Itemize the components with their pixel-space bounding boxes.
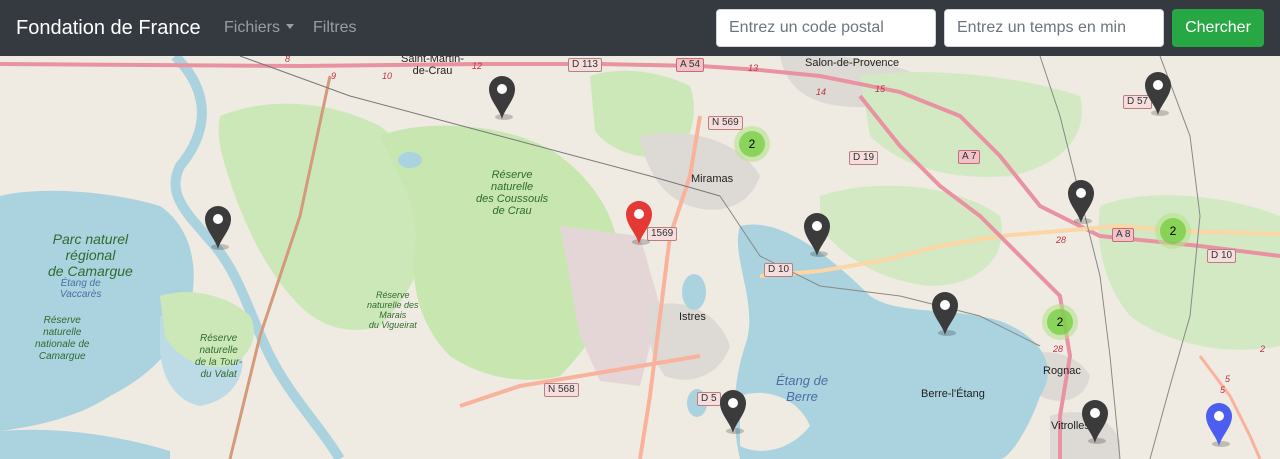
reserve-label-line: du Valat <box>200 369 237 380</box>
lake-label-berre: Étang de Berre <box>776 373 828 405</box>
files-menu[interactable]: Fichiers <box>224 18 295 38</box>
lake-label-line: Étang de <box>60 278 101 289</box>
town-label-miramas: Miramas <box>691 173 734 185</box>
brand-title[interactable]: Fondation de France <box>16 14 201 42</box>
reserve-label-line: Camargue <box>38 351 86 362</box>
park-label-line: Parc naturel <box>52 231 129 247</box>
reserve-label-line: nationale de <box>35 339 90 350</box>
park-label-line: régional <box>65 247 116 263</box>
junction-number: 10 <box>382 71 393 81</box>
map[interactable]: Saint-Martin-de-Crau Salon-de-Provence M… <box>0 56 1280 459</box>
junction-number: 14 <box>816 87 827 97</box>
road-shield-a54: A 54 <box>676 58 705 72</box>
cluster-count: 2 <box>1047 309 1073 335</box>
road-shield-d113: D 113 <box>568 58 602 72</box>
map-pin-icon[interactable] <box>1204 401 1234 447</box>
map-pin-icon[interactable] <box>487 74 517 120</box>
reserve-label-line: Réserve <box>376 290 410 300</box>
caret-down-icon <box>286 24 295 29</box>
lake-label-line: Vaccarès <box>60 289 102 300</box>
road-shield-d10-left: D 10 <box>764 263 794 277</box>
junction-number: 9 <box>331 71 337 81</box>
reserve-label-line: naturelle <box>199 345 238 356</box>
minutes-input[interactable] <box>944 9 1164 47</box>
park-label-camargue: Parc naturel régional de Camargue <box>48 231 133 279</box>
town-label-line: Saint-Martin- <box>401 56 464 65</box>
junction-number: 12 <box>472 61 483 71</box>
marker-cluster[interactable]: 2 <box>1042 304 1078 340</box>
town-label-line: de-Crau <box>412 65 453 77</box>
junction-number: 8 <box>285 56 291 64</box>
reserve-label-line: naturelle <box>43 327 82 338</box>
junction-number: 2 <box>1260 344 1266 354</box>
map-pin-icon[interactable] <box>624 199 654 245</box>
map-pin-icon[interactable] <box>802 211 832 257</box>
junction-number: 5 <box>1220 385 1226 395</box>
lake-label-line: Berre <box>786 389 818 404</box>
lake-label-line: Étang de <box>776 373 829 388</box>
reserve-label-line: Réserve <box>200 333 238 344</box>
town-label-berre: Berre-l'Étang <box>921 388 985 400</box>
marker-cluster[interactable]: 2 <box>734 126 770 162</box>
junction-number: 15 <box>875 84 886 94</box>
postal-code-input[interactable] <box>716 9 936 47</box>
road-shield-a8: A 8 <box>1112 228 1135 242</box>
reserve-label-tour-valat: Réserve naturelle de la Tour-du Valat <box>195 333 242 381</box>
map-pin-icon[interactable] <box>718 388 748 434</box>
road-shield-d19: D 19 <box>849 151 879 165</box>
road-shield-a7: A 7 <box>958 150 981 164</box>
cluster-count: 2 <box>739 131 765 157</box>
filters-link[interactable]: Filtres <box>313 18 357 38</box>
map-pin-icon[interactable] <box>203 204 233 250</box>
lake-label-vaccares: Étang de Vaccarès <box>60 278 101 300</box>
map-pin-icon[interactable] <box>930 290 960 336</box>
reserve-label-line: Marais <box>379 310 407 320</box>
road-shield-n568: N 568 <box>544 383 579 397</box>
reserve-label-line: naturelle <box>490 181 534 193</box>
reserve-label-line: naturelle des <box>367 300 419 310</box>
reserve-label-camargue: Réserve naturelle nationale de Camargue <box>35 315 90 363</box>
search-button[interactable]: Chercher <box>1172 9 1264 47</box>
junction-number: 13 <box>748 63 759 73</box>
junction-number: 28 <box>1053 344 1064 354</box>
navbar: Fondation de France Fichiers Filtres Che… <box>0 0 1280 56</box>
reserve-label-line: du Vigueirat <box>368 320 417 330</box>
junction-number: 5 <box>1225 374 1231 384</box>
town-label-istres: Istres <box>679 311 706 323</box>
reserve-label-line: Réserve <box>43 315 81 326</box>
road-shield-n569: N 569 <box>708 116 743 130</box>
reserve-label-line: de la Tour- <box>195 357 243 368</box>
reserve-label-line: de Crau <box>492 205 532 217</box>
junction-number: 28 <box>1056 235 1067 245</box>
park-label-line: de Camargue <box>48 263 133 279</box>
reserve-label-vigueirat: Réserve naturelle des Marais du Vigueirat <box>367 290 419 330</box>
town-label-salon: Salon-de-Provence <box>805 57 900 69</box>
files-menu-label: Fichiers <box>224 19 281 36</box>
town-label-saint-martin: Saint-Martin-de-Crau <box>401 56 464 77</box>
map-pin-icon[interactable] <box>1143 70 1173 116</box>
map-pin-icon[interactable] <box>1080 398 1110 444</box>
town-label-rognac: Rognac <box>1043 365 1081 377</box>
reserve-label-line: Réserve <box>491 169 533 181</box>
road-shield-d10-right: D 10 <box>1207 249 1237 263</box>
reserve-label-line: des Coussouls <box>476 193 549 205</box>
cluster-count: 2 <box>1160 218 1186 244</box>
reserve-label-coussouls: Réserve naturelle des Coussouls de Crau <box>476 169 548 217</box>
marker-cluster[interactable]: 2 <box>1155 213 1191 249</box>
map-pin-icon[interactable] <box>1066 178 1096 224</box>
